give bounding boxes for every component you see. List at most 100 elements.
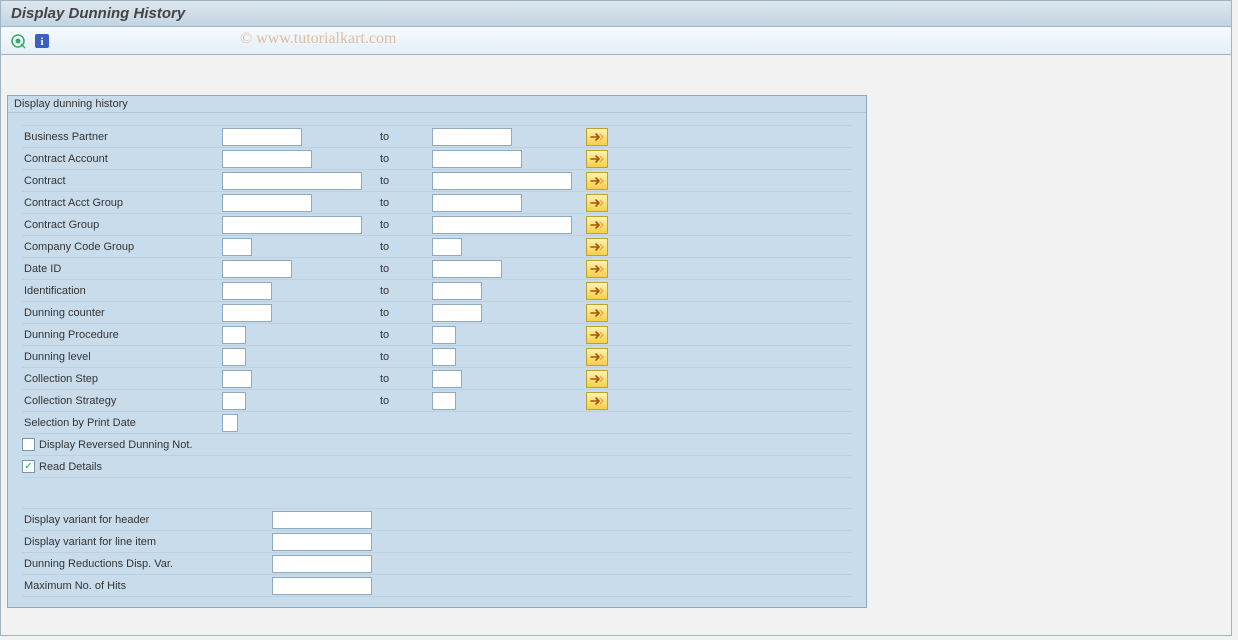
from-input[interactable] [222,326,246,344]
setting-label: Display variant for line item [22,536,272,548]
group-title: Display dunning history [8,96,866,113]
field-row: Collection Strategy to [22,390,852,412]
to-label: to [372,219,432,231]
to-label: to [372,329,432,341]
from-input[interactable] [222,348,246,366]
field-row: Dunning levelto [22,346,852,368]
multiple-selection-button[interactable] [586,128,608,146]
page-title: Display Dunning History [11,5,1221,22]
to-input[interactable] [432,392,456,410]
field-row: Collection Step to [22,368,852,390]
field-row: Dunning Procedure to [22,324,852,346]
checkbox-label: Read Details [39,461,102,473]
multiple-selection-button[interactable] [586,216,608,234]
field-label: Contract Group [22,219,222,231]
to-input[interactable] [432,282,482,300]
to-label: to [372,153,432,165]
multiple-selection-button[interactable] [586,172,608,190]
to-input[interactable] [432,260,502,278]
checkbox[interactable] [22,438,35,451]
to-input[interactable] [432,172,572,190]
from-input[interactable] [222,216,362,234]
field-label: Contract Acct Group [22,197,222,209]
info-icon[interactable]: i [33,32,51,50]
to-input[interactable] [432,238,462,256]
multiple-selection-button[interactable] [586,194,608,212]
execute-icon[interactable] [9,32,27,50]
from-input[interactable] [222,260,292,278]
setting-label: Maximum No. of Hits [22,580,272,592]
setting-row: Display variant for header [22,509,852,531]
field-row: Contract Group to [22,214,852,236]
multiple-selection-button[interactable] [586,150,608,168]
checkbox-row: Display Reversed Dunning Not. [22,434,852,456]
field-row: Contract Accountto [22,148,852,170]
field-row: Dunning counter to [22,302,852,324]
checkbox[interactable]: ✓ [22,460,35,473]
toolbar: i [1,27,1231,55]
checkbox-label: Display Reversed Dunning Not. [39,439,192,451]
to-label: to [372,373,432,385]
multiple-selection-button[interactable] [586,326,608,344]
title-bar: Display Dunning History [1,1,1231,27]
multiple-selection-button[interactable] [586,260,608,278]
to-label: to [372,395,432,407]
setting-row: Display variant for line item [22,531,852,553]
selection-group: Display dunning history Business Partner… [7,95,867,608]
multiple-selection-button[interactable] [586,282,608,300]
from-input[interactable] [222,304,272,322]
to-label: to [372,263,432,275]
from-input[interactable] [222,370,252,388]
to-label: to [372,307,432,319]
from-input[interactable] [222,194,312,212]
field-label: Company Code Group [22,241,222,253]
to-input[interactable] [432,194,522,212]
field-row: Contract Acct Group to [22,192,852,214]
from-input[interactable] [222,392,246,410]
to-input[interactable] [432,326,456,344]
from-input[interactable] [222,414,238,432]
field-row: Contract to [22,170,852,192]
field-label: Business Partner [22,131,222,143]
from-input[interactable] [222,128,302,146]
multiple-selection-button[interactable] [586,304,608,322]
field-label: Selection by Print Date [22,417,222,429]
multiple-selection-button[interactable] [586,238,608,256]
to-label: to [372,175,432,187]
field-row: Identification to [22,280,852,302]
field-label: Collection Strategy [22,395,222,407]
field-label: Contract [22,175,222,187]
setting-label: Display variant for header [22,514,272,526]
to-label: to [372,285,432,297]
checkbox-row: ✓ Read Details [22,456,852,478]
setting-row: Maximum No. of Hits [22,575,852,597]
field-label: Collection Step [22,373,222,385]
from-input[interactable] [222,282,272,300]
to-label: to [372,197,432,209]
setting-row: Dunning Reductions Disp. Var. [22,553,852,575]
to-input[interactable] [432,216,572,234]
field-label: Identification [22,285,222,297]
field-row: Business Partnerto [22,126,852,148]
field-label: Dunning Procedure [22,329,222,341]
field-label: Date ID [22,263,222,275]
from-input[interactable] [222,172,362,190]
from-input[interactable] [222,238,252,256]
svg-text:i: i [40,36,43,48]
setting-input[interactable] [272,533,372,551]
from-input[interactable] [222,150,312,168]
multiple-selection-button[interactable] [586,392,608,410]
to-input[interactable] [432,370,462,388]
to-input[interactable] [432,304,482,322]
field-row: Company Code Groupto [22,236,852,258]
to-input[interactable] [432,128,512,146]
to-input[interactable] [432,150,522,168]
multiple-selection-button[interactable] [586,348,608,366]
setting-label: Dunning Reductions Disp. Var. [22,558,272,570]
setting-input[interactable] [272,555,372,573]
setting-input[interactable] [272,577,372,595]
multiple-selection-button[interactable] [586,370,608,388]
to-input[interactable] [432,348,456,366]
setting-input[interactable] [272,511,372,529]
field-label: Dunning counter [22,307,222,319]
